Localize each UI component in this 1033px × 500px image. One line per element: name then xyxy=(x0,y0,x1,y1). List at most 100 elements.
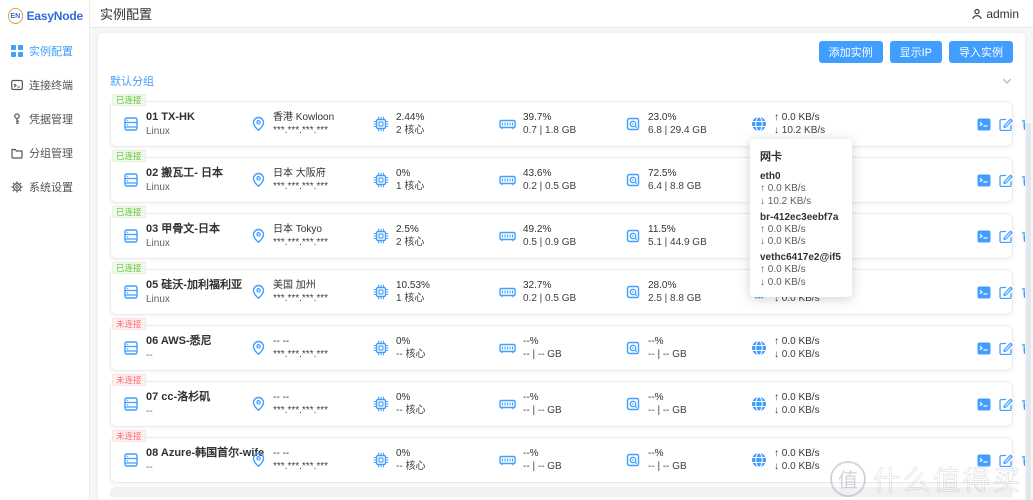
main-area: 实例配置 admin 添加实例 显示IP 导入实例 默认分组 xyxy=(90,0,1033,500)
instance-ip: ***.***.***.*** xyxy=(273,292,328,306)
cpu-icon xyxy=(373,116,389,132)
disk-icon xyxy=(625,396,641,412)
edit-action-icon[interactable] xyxy=(999,174,1013,187)
instance-actions xyxy=(879,286,1025,299)
disk-detail: -- | -- GB xyxy=(648,404,687,418)
app-root: EN EasyNode 实例配置 连接终端 凭据管理 分组管理 系统设置 实例配… xyxy=(0,0,1033,500)
cpu-icon xyxy=(373,284,389,300)
instance-name-cell: 07 cc-洛杉矶-- xyxy=(123,390,251,418)
cpu-cores: 2 核心 xyxy=(396,124,424,138)
memory-icon xyxy=(499,229,516,244)
sidebar-item-settings[interactable]: 系统设置 xyxy=(0,170,89,204)
cpu-usage: 2.44% xyxy=(396,111,424,125)
instance-os: Linux xyxy=(146,181,223,195)
delete-action-icon[interactable] xyxy=(1021,398,1025,411)
disk-usage: --% xyxy=(648,335,687,349)
cpu-usage: 0% xyxy=(396,447,425,461)
terminal-action-icon[interactable] xyxy=(977,454,991,467)
memory-icon xyxy=(499,117,516,132)
cpu-icon xyxy=(373,340,389,356)
server-icon xyxy=(123,452,139,468)
net-cell: ↑ 0.0 KB/s↓ 0.0 KB/s xyxy=(751,391,879,418)
network-tooltip: 网卡 eth0↑ 0.0 KB/s↓ 10.2 KB/sbr-412ec3eeb… xyxy=(750,139,852,297)
show-ip-button[interactable]: 显示IP xyxy=(890,41,942,63)
instance-card[interactable]: 03 甲骨文-日本Linux 日本 Tokyo***.***.***.*** 2… xyxy=(110,213,1013,259)
delete-action-icon[interactable] xyxy=(1021,454,1025,467)
instance-card[interactable]: 05 硅沃-加利福利亚Linux 美国 加州***.***.***.*** 10… xyxy=(110,269,1013,315)
memory-usage: --% xyxy=(523,391,562,405)
edit-action-icon[interactable] xyxy=(999,286,1013,299)
net-cell: ↑ 0.0 KB/s↓ 0.0 KB/s xyxy=(751,335,879,362)
memory-cell: --%-- | -- GB xyxy=(499,391,625,418)
terminal-action-icon[interactable] xyxy=(977,286,991,299)
memory-usage: --% xyxy=(523,447,562,461)
edit-action-icon[interactable] xyxy=(999,454,1013,467)
nic-entry: vethc6417e2@if5↑ 0.0 KB/s↓ 0.0 KB/s xyxy=(760,252,842,289)
add-instance-button[interactable]: 添加实例 xyxy=(819,41,883,63)
edit-action-icon[interactable] xyxy=(999,118,1013,131)
edit-action-icon[interactable] xyxy=(999,398,1013,411)
terminal-action-icon[interactable] xyxy=(977,118,991,131)
instance-card[interactable]: 01 TX-HKLinux 香港 Kowloon***.***.***.*** … xyxy=(110,101,1013,147)
sidebar-item-instance-config[interactable]: 实例配置 xyxy=(0,34,89,68)
instance-name: 06 AWS-悉尼 xyxy=(146,334,212,349)
edit-action-icon[interactable] xyxy=(999,342,1013,355)
network-globe-icon xyxy=(751,452,767,468)
scrollbar[interactable] xyxy=(1026,123,1031,500)
terminal-action-icon[interactable] xyxy=(977,174,991,187)
instance-name: 02 搬瓦工- 日本 xyxy=(146,166,223,181)
username: admin xyxy=(986,7,1019,21)
status-badge: 未连接 xyxy=(112,374,146,386)
cpu-icon xyxy=(373,228,389,244)
cpu-cores: -- 核心 xyxy=(396,348,425,362)
group-name[interactable]: 默认分组 xyxy=(110,73,154,89)
sidebar-item-terminal[interactable]: 连接终端 xyxy=(0,68,89,102)
delete-action-icon[interactable] xyxy=(1021,230,1025,243)
grid-icon xyxy=(11,45,23,57)
folder-icon xyxy=(11,147,23,159)
terminal-action-icon[interactable] xyxy=(977,398,991,411)
delete-action-icon[interactable] xyxy=(1021,118,1025,131)
instance-card[interactable]: 07 cc-洛杉矶-- -- --***.***.***.*** 0%-- 核心… xyxy=(110,381,1013,427)
instance-name-cell: 01 TX-HKLinux xyxy=(123,110,251,138)
net-up: ↑ 0.0 KB/s xyxy=(774,391,820,405)
cpu-cell: 0%-- 核心 xyxy=(373,447,499,474)
brand-name: EasyNode xyxy=(27,9,83,23)
import-instance-button[interactable]: 导入实例 xyxy=(949,41,1013,63)
instance-row: 已连接 05 硅沃-加利福利亚Linux 美国 加州***.***.***.**… xyxy=(110,262,1013,315)
memory-icon xyxy=(499,285,516,300)
location-pin-icon xyxy=(251,172,266,188)
instance-card[interactable]: 02 搬瓦工- 日本Linux 日本 大阪府***.***.***.*** 0%… xyxy=(110,157,1013,203)
logo[interactable]: EN EasyNode xyxy=(0,0,89,34)
disk-icon xyxy=(625,116,641,132)
net-down: ↓ 10.2 KB/s xyxy=(774,124,825,138)
disk-detail: 6.4 | 8.8 GB xyxy=(648,180,701,194)
delete-action-icon[interactable] xyxy=(1021,342,1025,355)
disk-cell: 28.0%2.5 | 8.8 GB xyxy=(625,279,751,306)
cpu-cores: 1 核心 xyxy=(396,180,424,194)
disk-cell: 11.5%5.1 | 44.9 GB xyxy=(625,223,751,250)
delete-action-icon[interactable] xyxy=(1021,174,1025,187)
net-up: ↑ 0.0 KB/s xyxy=(774,111,825,125)
disk-usage: 11.5% xyxy=(648,223,707,237)
network-globe-icon xyxy=(751,340,767,356)
user-menu[interactable]: admin xyxy=(971,7,1019,21)
delete-action-icon[interactable] xyxy=(1021,286,1025,299)
sidebar-item-groups[interactable]: 分组管理 xyxy=(0,136,89,170)
sidebar-item-credentials[interactable]: 凭据管理 xyxy=(0,102,89,136)
disk-cell: --%-- | -- GB xyxy=(625,335,751,362)
memory-cell: --%-- | -- GB xyxy=(499,335,625,362)
chevron-down-icon[interactable] xyxy=(1001,75,1013,87)
terminal-action-icon[interactable] xyxy=(977,230,991,243)
instance-location: 日本 Tokyo xyxy=(273,223,328,237)
edit-action-icon[interactable] xyxy=(999,230,1013,243)
instance-os: -- xyxy=(146,461,264,475)
instance-card[interactable]: 08 Azure-韩国首尔-wife-- -- --***.***.***.**… xyxy=(110,437,1013,483)
instance-actions xyxy=(879,454,1025,467)
instance-card[interactable]: 06 AWS-悉尼-- -- --***.***.***.*** 0%-- 核心… xyxy=(110,325,1013,371)
instance-ip: ***.***.***.*** xyxy=(273,124,334,138)
disk-detail: 2.5 | 8.8 GB xyxy=(648,292,701,306)
disk-cell: 72.5%6.4 | 8.8 GB xyxy=(625,167,751,194)
topbar: 实例配置 admin xyxy=(90,0,1033,28)
terminal-action-icon[interactable] xyxy=(977,342,991,355)
